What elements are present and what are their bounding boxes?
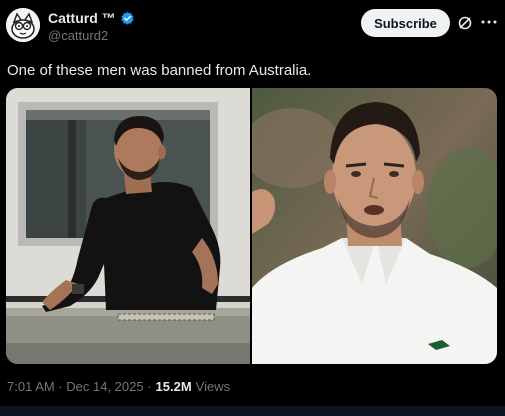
author-handle[interactable]: @catturd2 [48,28,108,43]
avatar[interactable] [6,8,40,42]
views-count: 15.2M [155,379,192,394]
post-text: One of these men was banned from Austral… [7,62,312,79]
media-grid[interactable] [6,88,497,364]
post-meta: 7:01 AM · Dec 14, 2025 · 15.2M Views [7,379,230,394]
subscribe-button[interactable]: Subscribe [361,9,450,37]
grok-icon[interactable] [457,15,473,31]
views-label: Views [195,379,231,394]
bottom-divider [0,406,505,416]
more-options-icon[interactable] [480,12,498,32]
post-header: Catturd ™ @catturd2 Subscribe [0,0,505,56]
author-name-row[interactable]: Catturd ™ [48,10,135,26]
post-timestamp[interactable]: 7:01 AM · Dec 14, 2025 · [7,379,152,394]
author-display-name[interactable]: Catturd ™ [48,10,116,26]
photo-right[interactable] [252,88,497,364]
verified-badge-icon [120,11,135,26]
photo-left[interactable] [6,88,250,364]
